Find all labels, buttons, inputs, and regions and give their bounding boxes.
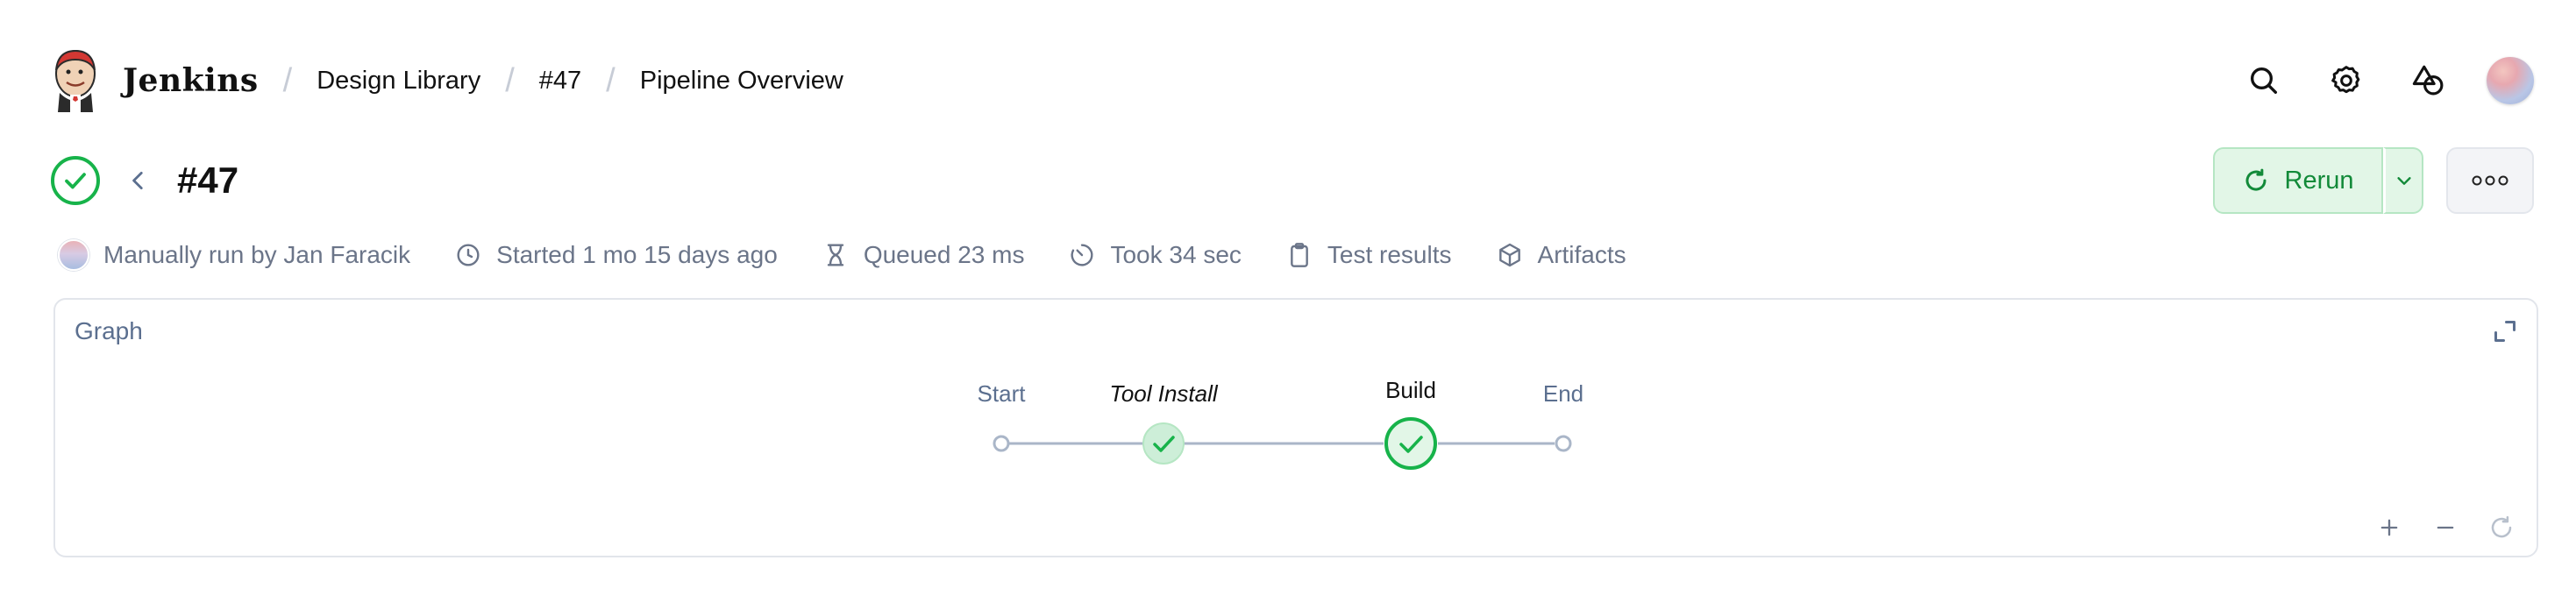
meta-test-results[interactable]: Test results bbox=[1285, 241, 1452, 269]
node-label-end: End bbox=[1542, 380, 1584, 407]
more-horizontal-icon bbox=[2472, 175, 2508, 186]
timer-icon bbox=[1071, 244, 1093, 266]
brand-name[interactable]: Jenkins bbox=[123, 62, 259, 99]
shapes-button[interactable] bbox=[2404, 56, 2453, 105]
plus-icon bbox=[2380, 519, 2398, 536]
node-label-tool-install[interactable]: Tool Install bbox=[1109, 380, 1217, 408]
top-header: Jenkins / Design Library / #47 / Pipelin… bbox=[51, 44, 2534, 117]
run-actions: Rerun bbox=[2213, 147, 2534, 214]
node-label-start: Start bbox=[977, 380, 1026, 407]
reset-zoom-button[interactable] bbox=[2486, 512, 2517, 543]
user-avatar-small bbox=[58, 239, 89, 271]
meta-artifacts[interactable]: Artifacts bbox=[1496, 241, 1626, 269]
graph-panel: Graph Start Tool Install Build End bbox=[53, 298, 2538, 557]
chevron-down-icon bbox=[2396, 177, 2411, 185]
zoom-out-button[interactable] bbox=[2430, 512, 2461, 543]
node-end bbox=[1555, 435, 1572, 452]
page: Jenkins / Design Library / #47 / Pipelin… bbox=[0, 0, 2576, 603]
jenkins-logo[interactable] bbox=[51, 47, 100, 114]
node-build[interactable] bbox=[1384, 417, 1437, 470]
header-actions bbox=[2239, 56, 2534, 105]
meta-test-results-text: Test results bbox=[1327, 241, 1452, 268]
meta-started: Started 1 mo 15 days ago bbox=[454, 241, 778, 269]
node-start bbox=[993, 435, 1010, 452]
breadcrumb-item-design-library[interactable]: Design Library bbox=[317, 67, 480, 96]
meta-duration-text: Took 34 sec bbox=[1110, 241, 1242, 268]
node-tool-install[interactable] bbox=[1142, 422, 1185, 465]
search-icon bbox=[2251, 67, 2277, 95]
more-actions-button[interactable] bbox=[2446, 147, 2534, 214]
meta-artifacts-text: Artifacts bbox=[1537, 241, 1626, 268]
pipeline-graph bbox=[993, 417, 1572, 470]
meta-duration: Took 34 sec bbox=[1068, 241, 1242, 269]
box-icon bbox=[1498, 243, 1520, 267]
hourglass-icon bbox=[827, 244, 844, 266]
breadcrumb-item-pipeline-overview[interactable]: Pipeline Overview bbox=[640, 67, 843, 96]
zoom-in-button[interactable] bbox=[2373, 512, 2405, 543]
rerun-button[interactable]: Rerun bbox=[2213, 147, 2383, 214]
gear-icon bbox=[2331, 66, 2360, 94]
breadcrumb-separator: / bbox=[505, 61, 515, 99]
meta-run-by[interactable]: Manually run by Jan Faracik bbox=[58, 239, 410, 271]
page-title: #47 bbox=[177, 160, 239, 201]
chevron-left-icon bbox=[132, 171, 143, 190]
node-label-build[interactable]: Build bbox=[1385, 377, 1436, 404]
run-title-row: #47 Rerun bbox=[51, 147, 2534, 214]
clipboard-icon bbox=[1291, 243, 1308, 267]
breadcrumb-separator: / bbox=[606, 61, 616, 99]
check-icon bbox=[65, 173, 86, 189]
reset-icon bbox=[2491, 515, 2512, 538]
meta-queued-text: Queued 23 ms bbox=[863, 241, 1025, 268]
search-button[interactable] bbox=[2239, 56, 2288, 105]
status-success-badge bbox=[51, 156, 100, 205]
settings-button[interactable] bbox=[2322, 56, 2371, 105]
breadcrumb-separator: / bbox=[282, 61, 293, 99]
meta-started-text: Started 1 mo 15 days ago bbox=[496, 241, 778, 268]
shapes-icon bbox=[2412, 65, 2444, 96]
run-meta-row: Manually run by Jan Faracik Started 1 mo… bbox=[58, 235, 1626, 275]
minus-icon bbox=[2437, 526, 2454, 529]
rerun-label: Rerun bbox=[2284, 166, 2354, 195]
meta-queued: Queued 23 ms bbox=[822, 241, 1025, 269]
meta-run-by-text: Manually run by Jan Faracik bbox=[103, 241, 411, 268]
graph-zoom-controls bbox=[2373, 512, 2517, 543]
back-button[interactable] bbox=[121, 163, 156, 198]
refresh-icon bbox=[2245, 168, 2266, 191]
clock-icon bbox=[457, 244, 480, 266]
user-avatar[interactable] bbox=[2487, 57, 2534, 104]
breadcrumb-item-run[interactable]: #47 bbox=[539, 67, 581, 96]
rerun-options-button[interactable] bbox=[2383, 147, 2423, 214]
